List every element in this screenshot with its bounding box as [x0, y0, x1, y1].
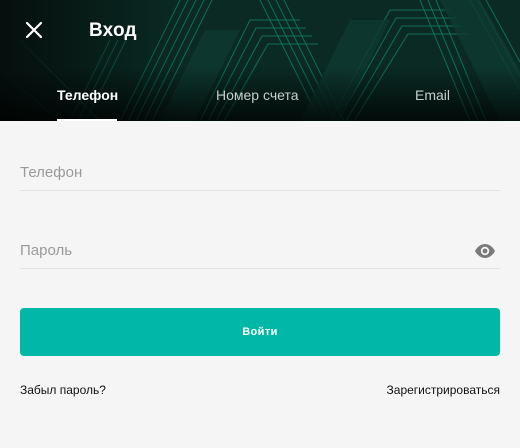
eye-icon[interactable] — [474, 243, 496, 259]
tab-account-number[interactable]: Номер счета — [216, 87, 298, 103]
tab-phone[interactable]: Телефон — [57, 87, 118, 103]
login-button[interactable]: Войти — [20, 308, 500, 356]
login-method-tabs: Телефон Номер счета Email — [0, 84, 520, 121]
login-screen: Вход Телефон Номер счета Email Войти Заб… — [0, 0, 520, 448]
forgot-password-link[interactable]: Забыл пароль? — [20, 383, 106, 397]
phone-field — [20, 155, 500, 191]
tab-email[interactable]: Email — [415, 87, 450, 103]
header: Вход Телефон Номер счета Email — [0, 0, 520, 121]
register-link[interactable]: Зарегистрироваться — [387, 383, 500, 397]
phone-input[interactable] — [20, 155, 460, 190]
password-input[interactable] — [20, 233, 460, 268]
active-tab-indicator — [57, 119, 117, 121]
page-title: Вход — [89, 20, 137, 41]
close-icon[interactable] — [22, 18, 46, 42]
password-field — [20, 233, 500, 269]
